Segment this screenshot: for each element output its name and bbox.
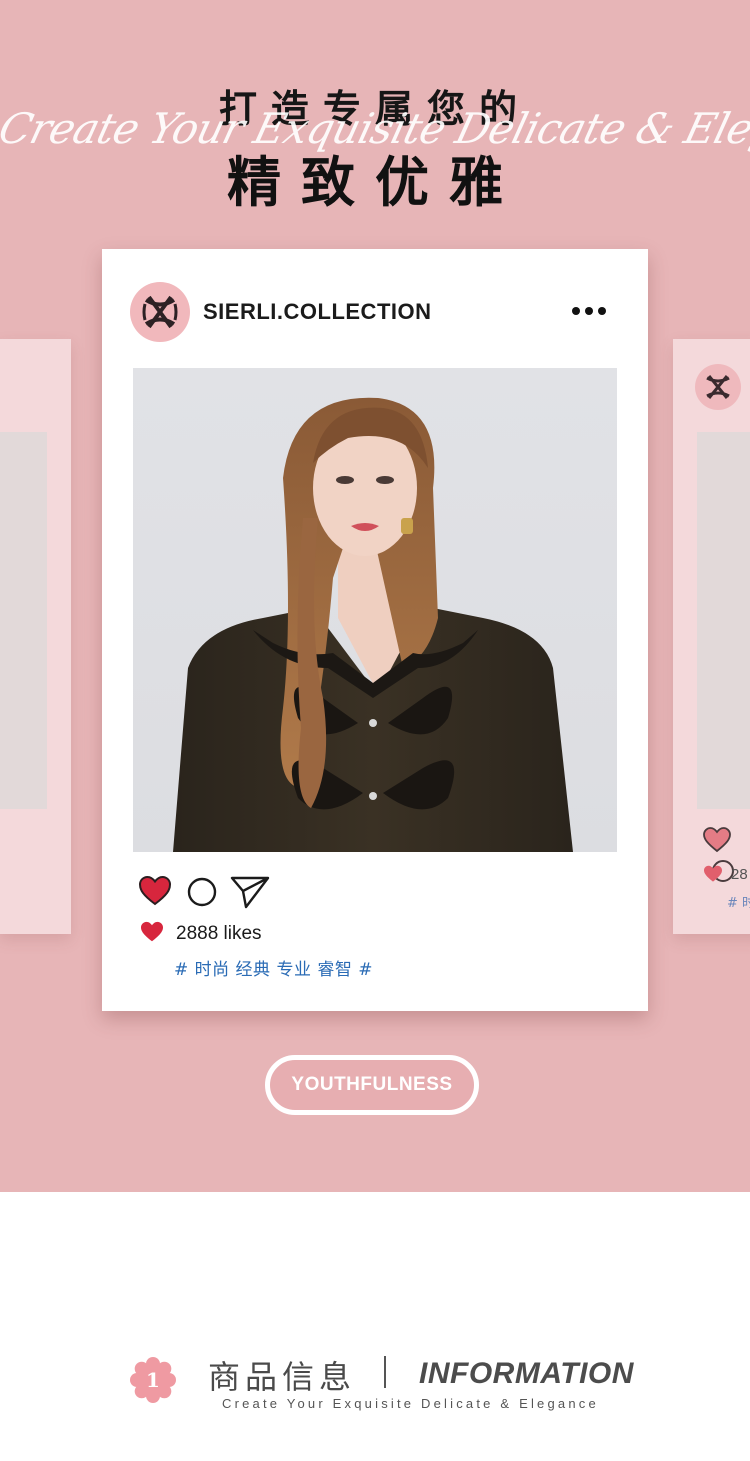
likes-heart-icon [141, 921, 163, 942]
likes-row: 2888 likes [140, 921, 262, 947]
info-subtitle: Create Your Exquisite Delicate & Eleganc… [222, 1396, 599, 1411]
hashtags[interactable]: # 时尚 经典 专业 睿智 # [174, 955, 373, 980]
side-heart-icon [703, 827, 731, 853]
hero-section: 打造专属您的 Create Your Exquisite Delicate & … [0, 0, 750, 1192]
side-likes: 28 [703, 865, 748, 883]
side-hashtags: # 时 [727, 896, 750, 911]
post-card: SIERLI.COLLECTION 2888 likes # 时尚 经典 专业 … [102, 249, 648, 1011]
side-card-image [0, 432, 47, 809]
section-number: 1 [146, 1368, 160, 1392]
brand-logo-icon[interactable] [130, 282, 190, 342]
share-send-icon[interactable] [230, 875, 270, 909]
info-title-cn: 商品信息 [208, 1358, 357, 1396]
side-small-heart-icon [704, 865, 722, 882]
more-dots-icon[interactable] [568, 297, 612, 325]
side-likes-text: 28 [731, 865, 748, 883]
headline-line2: 精致优雅 [227, 151, 523, 214]
comment-icon[interactable] [187, 877, 217, 907]
account-username[interactable]: SIERLI.COLLECTION [203, 299, 432, 325]
model-photo-illustration [173, 397, 573, 852]
side-card-image [697, 432, 750, 809]
post-photo[interactable] [133, 368, 617, 852]
carousel-card-next[interactable]: 28 # 时 [673, 339, 750, 934]
likes-count[interactable]: 2888 likes [176, 923, 262, 945]
section-number-flower-icon: 1 [130, 1357, 176, 1403]
youthfulness-badge[interactable]: YOUTHFULNESS [265, 1055, 479, 1115]
carousel-card-prev[interactable] [0, 339, 71, 934]
info-title-en: INFORMATION [419, 1357, 634, 1390]
side-brand-logo-icon [695, 364, 741, 410]
like-heart-icon[interactable] [138, 875, 172, 907]
info-divider [384, 1356, 386, 1388]
